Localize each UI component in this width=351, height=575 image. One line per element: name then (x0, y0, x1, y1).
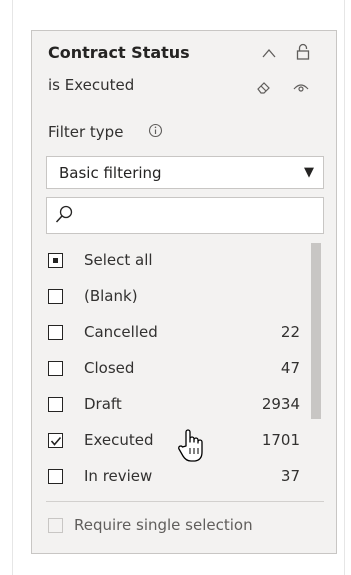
list-item-count: 47 (280, 359, 300, 377)
list-item[interactable]: Cancelled 22 (32, 315, 338, 351)
require-single-selection-label: Require single selection (74, 516, 253, 534)
list-item-count: 37 (280, 467, 300, 485)
list-item-count: 22 (280, 323, 300, 341)
eye-icon[interactable] (293, 81, 309, 93)
divider (46, 501, 324, 502)
list-item-label: Closed (84, 359, 135, 377)
list-scrollbar[interactable] (311, 243, 321, 419)
hand-pointer-icon (177, 428, 207, 468)
checkbox[interactable] (48, 289, 63, 304)
lock-icon[interactable] (296, 43, 310, 61)
list-item[interactable]: Closed 47 (32, 351, 338, 387)
slicer-title: Contract Status (48, 43, 190, 62)
filter-type-label: Filter type (48, 123, 124, 141)
list-item-label: (Blank) (84, 287, 138, 305)
list-item[interactable]: Draft 2934 (32, 387, 338, 423)
filter-type-dropdown[interactable]: Basic filtering ▼ (46, 156, 324, 189)
filter-summary: is Executed (48, 76, 135, 94)
checkbox[interactable] (48, 469, 63, 484)
list-item-label: In review (84, 467, 153, 485)
list-item-label: Draft (84, 395, 122, 413)
checkbox[interactable] (48, 325, 63, 340)
slicer-card: Contract Status is Executed Filter type … (31, 30, 337, 554)
list-item[interactable]: (Blank) (32, 279, 338, 315)
list-item-label: Select all (84, 251, 153, 269)
search-icon (55, 205, 73, 229)
dropdown-selected-value: Basic filtering (59, 164, 162, 182)
list-item-label: Cancelled (84, 323, 158, 341)
checkbox-checked[interactable] (48, 433, 63, 448)
info-icon[interactable] (148, 123, 163, 142)
list-item-count: 2934 (261, 395, 300, 413)
search-input[interactable] (46, 197, 324, 234)
checkbox-partial[interactable] (48, 253, 63, 268)
list-item-label: Executed (84, 431, 154, 449)
caret-down-icon: ▼ (304, 165, 314, 180)
chevron-up-icon[interactable] (261, 47, 277, 59)
require-single-selection-checkbox[interactable] (48, 518, 63, 533)
list-item-select-all[interactable]: Select all (32, 243, 338, 279)
checkbox[interactable] (48, 361, 63, 376)
checkbox[interactable] (48, 397, 63, 412)
eraser-icon[interactable] (256, 80, 272, 94)
list-item-count: 1701 (261, 431, 300, 449)
